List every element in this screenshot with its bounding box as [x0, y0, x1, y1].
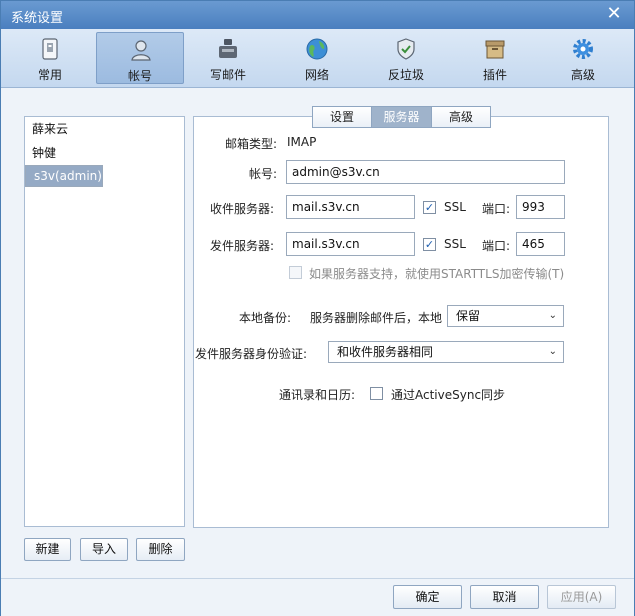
new-account-button[interactable]: 新建 — [24, 538, 71, 561]
tab-account[interactable]: 帐号 — [96, 32, 184, 84]
account-item[interactable]: 钟健 — [25, 141, 184, 165]
outgoing-ssl-checkbox[interactable]: ✓ — [423, 238, 436, 251]
outgoing-server-field[interactable]: mail.s3v.cn — [286, 232, 415, 256]
network-icon — [306, 38, 328, 60]
settings-toolbar: 常用 帐号 写邮件 网络 反垃圾 插件 高级 — [1, 29, 634, 88]
general-icon — [42, 38, 58, 60]
outgoing-server-label: 发件服务器: — [210, 239, 275, 253]
incoming-port-label: 端口: — [482, 202, 511, 216]
tab-account-settings[interactable]: 设置 — [312, 106, 372, 128]
tab-plugins-label: 插件 — [482, 68, 507, 82]
smtp-auth-select[interactable]: 和收件服务器相同 ⌄ — [328, 341, 564, 363]
local-backup-selected: 保留 — [456, 309, 481, 323]
dialog-footer — [1, 578, 634, 616]
delete-account-button[interactable]: 删除 — [136, 538, 185, 561]
tab-advanced[interactable]: 高级 — [539, 32, 627, 84]
incoming-ssl-label: SSL — [444, 200, 466, 214]
local-backup-label: 本地备份: — [239, 311, 292, 325]
tab-compose[interactable]: 写邮件 — [184, 32, 272, 84]
outgoing-port-label: 端口: — [482, 239, 511, 253]
apply-button[interactable]: 应用(A) — [547, 585, 616, 609]
tab-network-label: 网络 — [304, 68, 329, 82]
mail-type-value: IMAP — [287, 135, 317, 149]
incoming-ssl-checkbox[interactable]: ✓ — [423, 201, 436, 214]
tab-antispam-label: 反垃圾 — [387, 68, 424, 82]
mail-type-label: 邮箱类型: — [225, 137, 278, 151]
account-item[interactable]: 薛来云 — [25, 117, 184, 141]
smtp-auth-label: 发件服务器身份验证: — [195, 347, 308, 361]
cancel-button[interactable]: 取消 — [470, 585, 539, 609]
tab-compose-label: 写邮件 — [209, 68, 246, 82]
outgoing-ssl-label: SSL — [444, 237, 466, 251]
ok-button[interactable]: 确定 — [393, 585, 462, 609]
import-account-button[interactable]: 导入 — [80, 538, 128, 561]
tab-account-label: 帐号 — [127, 69, 152, 83]
tab-account-advanced[interactable]: 高级 — [431, 106, 491, 128]
tab-network[interactable]: 网络 — [273, 32, 361, 84]
activesync-label: 通过ActiveSync同步 — [391, 388, 506, 402]
account-list: 薛来云 钟健 s3v(admin) — [24, 116, 185, 527]
starttls-label: 如果服务器支持，就使用STARTTLS加密传输(T) — [309, 267, 565, 281]
contacts-calendar-label: 通讯录和日历: — [279, 388, 356, 402]
tab-antispam[interactable]: 反垃圾 — [362, 32, 450, 84]
compose-icon — [219, 39, 237, 58]
close-button[interactable]: ✕ — [604, 4, 624, 24]
incoming-port-field[interactable]: 993 — [516, 195, 565, 219]
tab-server[interactable]: 服务器 — [371, 106, 432, 128]
incoming-server-label: 收件服务器: — [210, 202, 275, 216]
local-backup-description: 服务器删除邮件后，本地 — [310, 311, 443, 325]
outgoing-port-field[interactable]: 465 — [516, 232, 565, 256]
advanced-gear-icon — [573, 39, 593, 59]
account-item-selected[interactable]: s3v(admin) — [25, 165, 103, 187]
settings-window: 系统设置 ✕ 常用 帐号 写邮件 网络 反垃圾 插件 高级 薛来云 钟健 s3v… — [0, 0, 635, 616]
account-icon — [131, 40, 151, 61]
tab-general-label: 常用 — [37, 68, 62, 82]
tab-general[interactable]: 常用 — [6, 32, 94, 84]
chevron-down-icon: ⌄ — [548, 310, 557, 321]
activesync-checkbox[interactable] — [370, 387, 383, 400]
local-backup-select[interactable]: 保留 ⌄ — [447, 305, 564, 327]
account-label: 帐号: — [249, 167, 278, 181]
window-title: 系统设置 — [11, 11, 64, 26]
starttls-checkbox[interactable] — [289, 266, 302, 279]
antispam-shield-icon — [397, 38, 415, 60]
tab-plugins[interactable]: 插件 — [451, 32, 539, 84]
title-bar: 系统设置 ✕ — [1, 1, 634, 29]
tab-advanced-label: 高级 — [570, 68, 595, 82]
incoming-server-field[interactable]: mail.s3v.cn — [286, 195, 415, 219]
plugin-box-icon — [485, 40, 505, 59]
smtp-auth-selected: 和收件服务器相同 — [337, 345, 434, 359]
account-field[interactable]: admin@s3v.cn — [286, 160, 565, 184]
chevron-down-icon: ⌄ — [548, 346, 557, 357]
